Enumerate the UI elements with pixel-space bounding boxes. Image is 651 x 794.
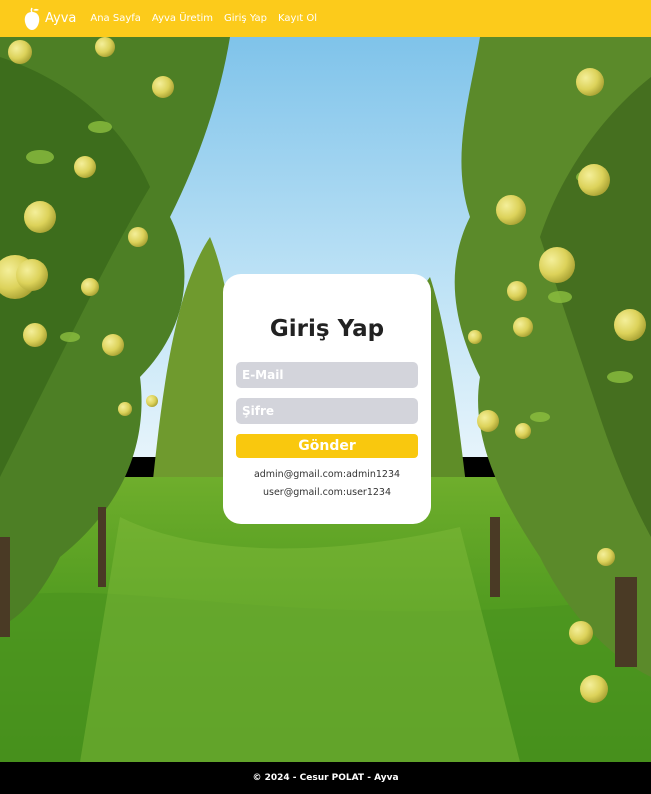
brand-name: Ayva xyxy=(45,11,77,26)
submit-button[interactable]: Gönder xyxy=(236,434,418,458)
nav-link-login[interactable]: Giriş Yap xyxy=(224,13,267,24)
email-field[interactable] xyxy=(236,362,418,388)
login-title: Giriş Yap xyxy=(269,316,385,342)
brand-link[interactable]: Ayva xyxy=(22,7,76,31)
footer: © 2024 - Cesur POLAT - Ayva xyxy=(0,762,651,794)
user-credential-hint: user@gmail.com:user1234 xyxy=(262,487,391,498)
quince-icon xyxy=(24,7,40,30)
login-card: Giriş Yap Gönder admin@gmail.com:admin12… xyxy=(223,274,431,524)
nav-link-register[interactable]: Kayıt Ol xyxy=(278,13,317,24)
password-field[interactable] xyxy=(236,398,418,424)
credential-hints: admin@gmail.com:admin1234 user@gmail.com… xyxy=(254,464,400,500)
nav-link-production[interactable]: Ayva Üretim xyxy=(152,13,213,24)
navbar: Ayva Ana Sayfa Ayva Üretim Giriş Yap Kay… xyxy=(0,0,651,37)
footer-copyright: © 2024 - Cesur POLAT - Ayva xyxy=(252,773,399,783)
admin-credential-hint: admin@gmail.com:admin1234 xyxy=(253,469,401,480)
nav-link-home[interactable]: Ana Sayfa xyxy=(90,13,141,24)
